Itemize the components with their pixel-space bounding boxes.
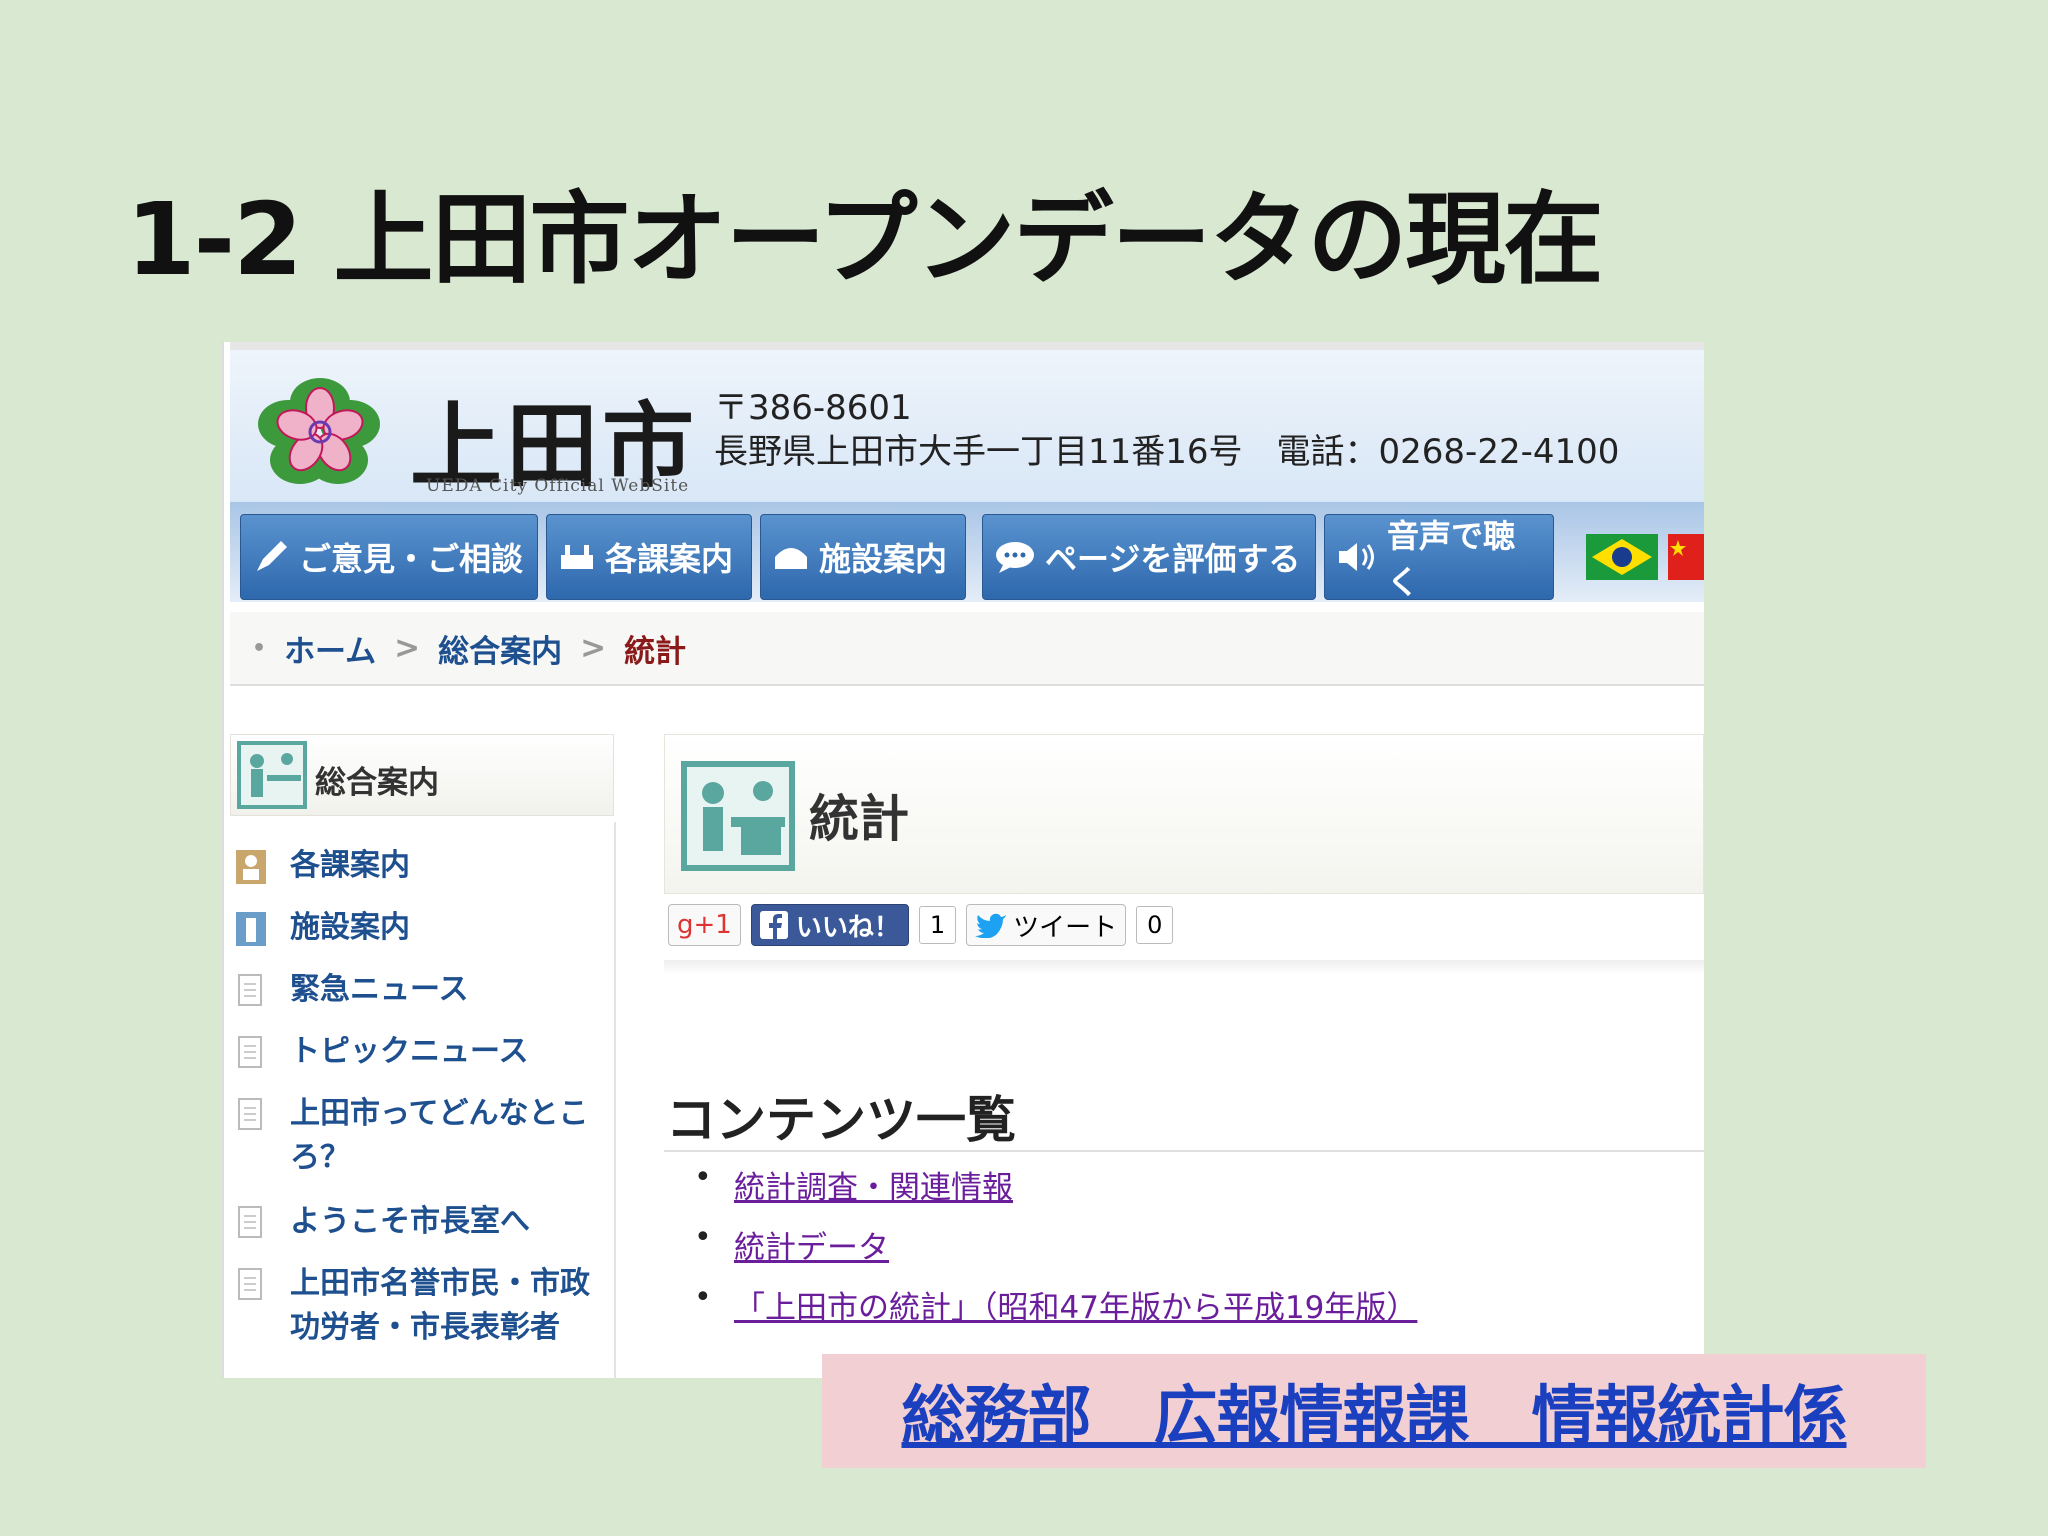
breadcrumb-home[interactable]: ホーム xyxy=(284,626,376,671)
brazil-flag-icon[interactable] xyxy=(1586,534,1658,580)
sidebar-item-label: 上田市名誉市民・市政功労者・市長表彰者 xyxy=(290,1266,590,1345)
speech-bubble-icon xyxy=(996,542,1034,573)
facebook-icon xyxy=(759,911,788,939)
sidebar-heading: 総合案内 xyxy=(230,734,614,816)
breadcrumb-bullet: • xyxy=(252,635,267,661)
listen-button[interactable]: 音声で聴く xyxy=(1324,514,1554,601)
facebook-like-button[interactable]: いいね！ xyxy=(750,904,909,946)
page-title: 統計 xyxy=(809,790,909,848)
nav-label: 各課案内 xyxy=(605,540,734,578)
cherry-blossom-logo-icon xyxy=(258,378,380,484)
document-icon xyxy=(238,1268,262,1300)
address-phone: 長野県上田市大手一丁目11番16号 電話：0268-22-4100 xyxy=(714,432,1620,472)
facilities-button[interactable]: 施設案内 xyxy=(760,514,966,600)
postal-code: 〒386-8601 xyxy=(714,388,912,428)
document-icon xyxy=(238,1098,262,1130)
sidebar-item-label: 施設案内 xyxy=(290,910,410,945)
like-count: 1 xyxy=(918,906,957,944)
breadcrumb: • ホーム > 総合案内 > 統計 xyxy=(230,612,1704,686)
breadcrumb-current: 統計 xyxy=(624,633,687,670)
twitter-bird-icon xyxy=(975,913,1007,938)
site-header: 上田市 UEDA City Official WebSite 〒386-8601… xyxy=(230,342,1704,510)
document-icon xyxy=(238,974,262,1006)
content-link-label[interactable]: 統計データ xyxy=(734,1222,889,1267)
site-address: 〒386-8601 長野県上田市大手一丁目11番16号 電話：0268-22-4… xyxy=(714,386,1619,474)
departments-button[interactable]: 各課案内 xyxy=(546,514,752,600)
building-icon xyxy=(775,548,807,569)
contents-rule xyxy=(664,1150,1704,1152)
reception-icon xyxy=(237,741,307,809)
page-heading: 統計 xyxy=(664,734,1704,894)
nav-label: 施設案内 xyxy=(819,540,948,578)
tweet-button[interactable]: ツイート xyxy=(966,904,1127,946)
sidebar-item-label: ようこそ市長室へ xyxy=(290,1204,530,1239)
bullet: • xyxy=(694,1220,712,1255)
opinion-button[interactable]: ご意見・ご相談 xyxy=(240,514,538,600)
department-label[interactable]: 総務部 広報情報課 情報統計係 xyxy=(822,1354,1926,1468)
site-logo-subtitle: UEDA City Official WebSite xyxy=(426,476,690,496)
social-buttons: g+1 いいね！ 1 ツイート 0 xyxy=(668,902,1174,948)
nav-label: 音声で聴く xyxy=(1387,517,1516,601)
sidebar-item-label: 上田市ってどんなところ？ xyxy=(290,1096,589,1175)
speaker-icon xyxy=(1339,543,1374,571)
building-icon xyxy=(236,912,266,946)
content-link-label[interactable]: 統計調査・関連情報 xyxy=(734,1162,1013,1207)
pen-icon xyxy=(257,541,287,571)
bullet: • xyxy=(694,1280,712,1315)
sidebar-item-label: 各課案内 xyxy=(290,848,410,883)
rate-page-button[interactable]: ページを評価する xyxy=(982,514,1316,600)
china-flag-icon[interactable] xyxy=(1668,534,1704,580)
slide-title: 1-2 上田市オープンデータの現在 xyxy=(126,181,1603,298)
document-icon xyxy=(238,1206,262,1238)
bullet: • xyxy=(694,1160,712,1195)
content-link-label[interactable]: 「上田市の統計」（昭和47年版から平成19年版） xyxy=(734,1282,1417,1327)
document-icon xyxy=(238,1036,262,1068)
sidebar-item-label: 緊急ニュース xyxy=(290,972,469,1007)
reception-icon xyxy=(681,761,795,871)
breadcrumb-parent[interactable]: 総合案内 xyxy=(438,626,562,671)
breadcrumb-separator: > xyxy=(580,630,607,666)
like-label: いいね！ xyxy=(795,912,900,943)
sidebar-heading-label: 総合案内 xyxy=(315,765,439,801)
contents-heading: コンテンツ一覧 xyxy=(666,1091,1016,1149)
global-nav: ご意見・ご相談 各課案内 施設案内 ページを評価する 音声で聴く xyxy=(230,502,1704,602)
tweet-count: 0 xyxy=(1136,906,1174,944)
google-plus-button[interactable]: g+1 xyxy=(668,904,741,946)
sidebar-item-label: トピックニュース xyxy=(290,1034,529,1069)
website-screenshot: 上田市 UEDA City Official WebSite 〒386-8601… xyxy=(222,342,1704,1378)
breadcrumb-separator: > xyxy=(394,630,421,666)
tweet-label: ツイート xyxy=(1013,912,1118,943)
nav-label: ページを評価する xyxy=(1045,540,1301,578)
person-icon xyxy=(236,850,266,884)
nav-label: ご意見・ご相談 xyxy=(299,540,524,578)
desk-icon xyxy=(561,545,593,569)
content-divider xyxy=(664,960,1704,974)
